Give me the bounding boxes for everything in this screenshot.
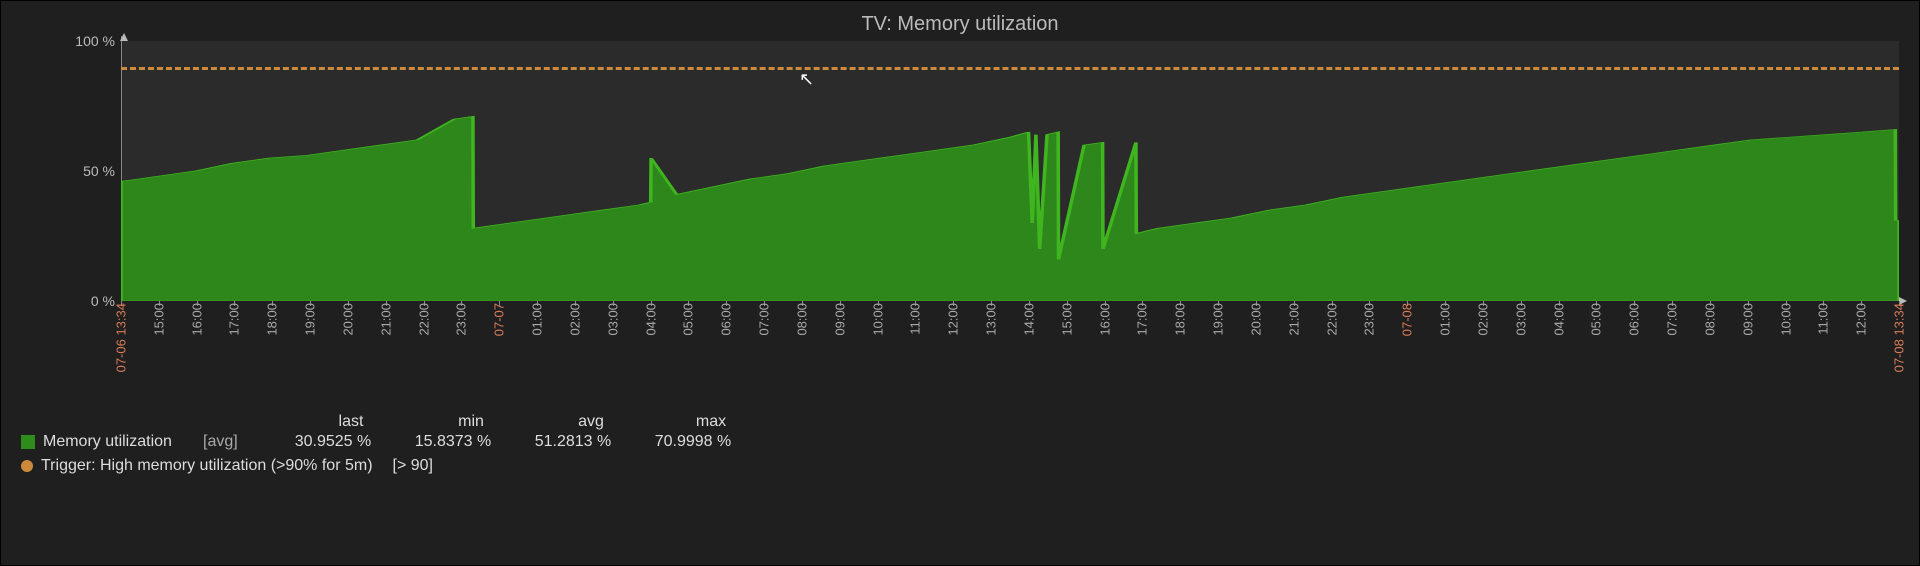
- y-tick-label: 100 %: [75, 33, 115, 49]
- x-tick-label: 20:00: [1248, 303, 1263, 336]
- x-tick-label: 14:00: [1021, 303, 1036, 336]
- legend-row-trigger[interactable]: Trigger: High memory utilization (>90% f…: [21, 457, 771, 475]
- x-tick-label: 04:00: [1551, 303, 1566, 336]
- x-tick-label: 05:00: [681, 303, 696, 336]
- x-tick-label: 21:00: [1286, 303, 1301, 336]
- x-tick-label: 13:00: [984, 303, 999, 336]
- legend-headers: last min avg max: [291, 413, 771, 431]
- series-min: 15.8373 %: [393, 433, 513, 451]
- x-tick-label: 02:00: [567, 303, 582, 336]
- x-tick-label: 09:00: [1740, 303, 1755, 336]
- x-tick-label: 04:00: [643, 303, 658, 336]
- x-axis-labels: 07-06 13:3415:0016:0017:0018:0019:0020:0…: [121, 303, 1899, 393]
- x-tick-label: 15:00: [151, 303, 166, 336]
- x-tick-label: 22:00: [416, 303, 431, 336]
- x-tick-label: 16:00: [1097, 303, 1112, 336]
- x-tick-label: 08:00: [1702, 303, 1717, 336]
- x-tick-label: 06:00: [719, 303, 734, 336]
- x-tick-label: 17:00: [227, 303, 242, 336]
- x-tick-label-boundary: 07-08: [1400, 303, 1415, 336]
- x-tick-label: 02:00: [1475, 303, 1490, 336]
- x-tick-label: 11:00: [908, 303, 923, 335]
- trigger-condition: [> 90]: [393, 457, 433, 475]
- x-tick-label: 19:00: [303, 303, 318, 336]
- x-tick-label: 01:00: [1438, 303, 1453, 336]
- legend-header-avg: avg: [531, 413, 651, 431]
- y-tick-label: 0 %: [91, 293, 115, 309]
- legend-header-min: min: [411, 413, 531, 431]
- series-func: [avg]: [203, 433, 273, 451]
- plot-area[interactable]: 0 %50 %100 %: [121, 41, 1899, 301]
- series-color-swatch: [21, 435, 35, 449]
- x-tick-label: 07:00: [1665, 303, 1680, 336]
- x-tick-label: 05:00: [1589, 303, 1604, 336]
- x-tick-label: 11:00: [1816, 303, 1831, 335]
- x-tick-label: 12:00: [946, 303, 961, 336]
- x-tick-label: 10:00: [870, 303, 885, 336]
- legend-header-last: last: [291, 413, 411, 431]
- series-area: [121, 41, 1899, 301]
- x-tick-label: 22:00: [1324, 303, 1339, 336]
- x-tick-label: 07:00: [757, 303, 772, 336]
- x-tick-label: 20:00: [340, 303, 355, 336]
- x-tick-label: 06:00: [1627, 303, 1642, 336]
- x-tick-label: 09:00: [832, 303, 847, 336]
- x-tick-label: 18:00: [1173, 303, 1188, 336]
- chart-title: TV: Memory utilization: [1, 1, 1919, 36]
- series-last: 30.9525 %: [273, 433, 393, 451]
- series-max: 70.9998 %: [633, 433, 753, 451]
- series-avg: 51.2813 %: [513, 433, 633, 451]
- x-tick-label: 17:00: [1135, 303, 1150, 336]
- x-tick-label: 21:00: [378, 303, 393, 336]
- trigger-color-swatch: [21, 460, 33, 472]
- x-tick-label: 19:00: [1211, 303, 1226, 336]
- series-name: Memory utilization: [43, 433, 203, 451]
- x-tick-label-boundary: 07-08 13:34: [1892, 303, 1907, 372]
- x-tick-label: 16:00: [189, 303, 204, 336]
- y-tick-label: 50 %: [83, 163, 115, 179]
- x-tick-label: 23:00: [454, 303, 469, 336]
- x-tick-label: 10:00: [1778, 303, 1793, 336]
- chart-panel: TV: Memory utilization 0 %50 %100 % 07-0…: [0, 0, 1920, 566]
- x-tick-label: 15:00: [1059, 303, 1074, 336]
- x-tick-label-boundary: 07-07: [492, 303, 507, 336]
- x-tick-label: 18:00: [265, 303, 280, 336]
- x-tick-label: 03:00: [605, 303, 620, 336]
- x-tick-label-boundary: 07-06 13:34: [114, 303, 129, 372]
- x-tick-label: 08:00: [794, 303, 809, 336]
- y-axis-arrow-icon: [120, 33, 128, 41]
- x-tick-label: 12:00: [1854, 303, 1869, 336]
- trigger-label: Trigger: High memory utilization (>90% f…: [41, 457, 373, 475]
- legend-header-max: max: [651, 413, 771, 431]
- x-tick-label: 03:00: [1513, 303, 1528, 336]
- x-tick-label: 23:00: [1362, 303, 1377, 336]
- legend: last min avg max Memory utilization [avg…: [21, 413, 771, 475]
- x-tick-label: 01:00: [530, 303, 545, 336]
- legend-row-series[interactable]: Memory utilization [avg] 30.9525 % 15.83…: [21, 433, 771, 451]
